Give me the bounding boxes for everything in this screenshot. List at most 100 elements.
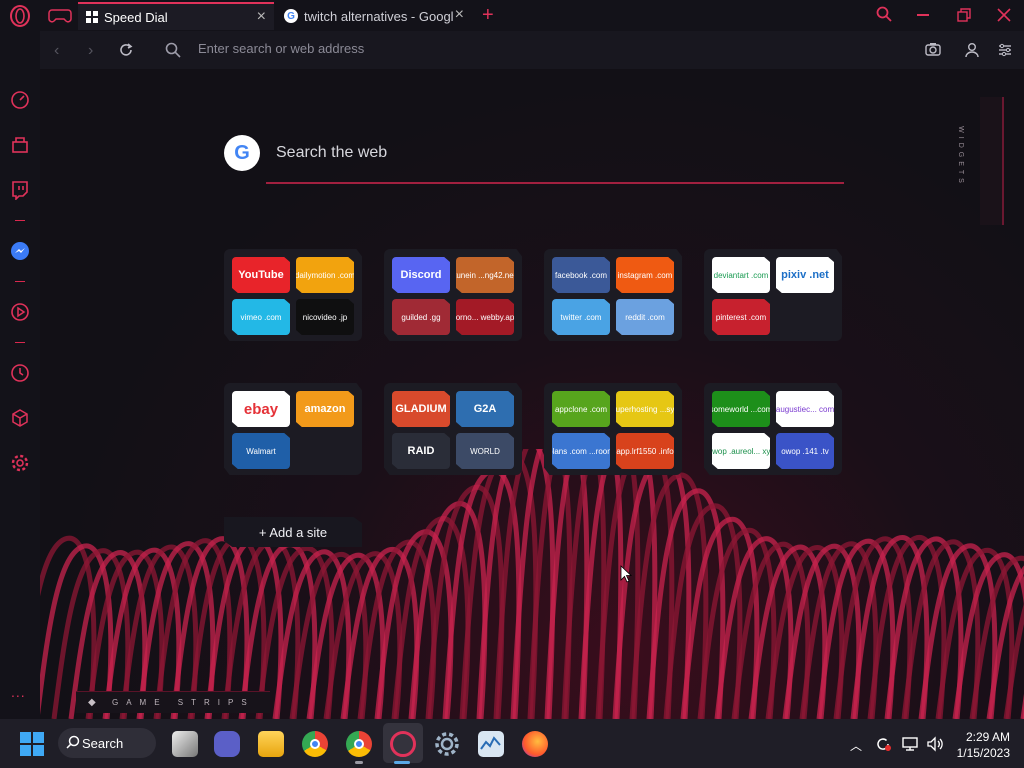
chrome-icon[interactable]: [302, 731, 328, 757]
speed-dial-folder[interactable]: deviantart .com pixiv .net pinterest .com: [704, 249, 842, 341]
active-app-indicator: [394, 761, 410, 764]
volume-icon[interactable]: [926, 735, 944, 753]
file-explorer-icon[interactable]: [258, 731, 284, 757]
snapshot-camera-icon[interactable]: [925, 42, 941, 56]
clock-date: 1/15/2023: [956, 746, 1010, 760]
task-view-icon[interactable]: [172, 731, 198, 757]
taskbar-search-button[interactable]: Search: [58, 728, 156, 758]
close-window-icon[interactable]: [997, 8, 1011, 22]
speed-dial-tile[interactable]: plans .com ...room: [552, 433, 610, 469]
speed-dial-folder[interactable]: GLADIUM G2A RAID WORLD: [384, 383, 522, 475]
speed-dial-folder[interactable]: appclone .comsuperhosting ...sysplans .c…: [544, 383, 682, 475]
add-site-button[interactable]: + Add a site: [224, 517, 362, 547]
tab-close-icon[interactable]: ×: [455, 7, 464, 23]
easy-setup-icon[interactable]: [998, 43, 1012, 57]
extensions-cube-icon[interactable]: [10, 408, 30, 428]
speed-dial-tile[interactable]: facebook .com: [552, 257, 610, 293]
speed-dial-tile[interactable]: G2A: [456, 391, 514, 427]
google-logo-icon: G: [224, 135, 260, 171]
speed-dial-tile[interactable]: amazon: [296, 391, 354, 427]
windows-start-icon[interactable]: [20, 732, 44, 756]
widgets-panel-tab[interactable]: WIDGETS: [957, 97, 1004, 225]
speed-dial-tile[interactable]: augustiec... com: [776, 391, 834, 427]
speed-dial-tile[interactable]: twitter .com: [552, 299, 610, 335]
speed-dial-tile[interactable]: someworld ...com: [712, 391, 770, 427]
speed-dial-tile[interactable]: RAID: [392, 433, 450, 469]
diamond-icon: ◆: [88, 697, 96, 708]
twitch-icon[interactable]: [10, 180, 30, 200]
speed-dial-tile[interactable]: reddit .com: [616, 299, 674, 335]
mouse-cursor-icon: [620, 565, 632, 583]
speed-dial-tile[interactable]: superhosting ...sys: [616, 391, 674, 427]
tab-twitch-alternatives[interactable]: G twitch alternatives - Google ×: [276, 2, 472, 30]
taskbar-search-icon: [66, 735, 80, 749]
show-hidden-icons-chevron-icon[interactable]: ︿: [850, 737, 862, 754]
speed-dial-tile[interactable]: porno... webby.app: [456, 299, 514, 335]
speed-dial-tile[interactable]: owop .aureol... xyz: [712, 433, 770, 469]
speed-dial-tile[interactable]: owop .141 .tv: [776, 433, 834, 469]
tab-close-icon[interactable]: ×: [257, 9, 266, 25]
address-input[interactable]: Enter search or web address: [198, 41, 364, 56]
opera-gx-icon[interactable]: [390, 731, 416, 757]
resource-monitor-icon[interactable]: [478, 731, 504, 757]
speed-dial-tab-icon: [86, 11, 98, 23]
search-tabs-icon[interactable]: [876, 6, 892, 22]
reload-icon[interactable]: [118, 42, 134, 58]
opera-logo-icon[interactable]: [9, 5, 31, 27]
speed-dial-tile[interactable]: ebay: [232, 391, 290, 427]
speed-dial-tile[interactable]: pixiv .net: [776, 257, 834, 293]
speed-dial-tile[interactable]: tunein ...ng42.net: [456, 257, 514, 293]
speed-dial-tile[interactable]: GLADIUM: [392, 391, 450, 427]
game-strips-bar[interactable]: ◆ GAME STRIPS: [76, 691, 270, 713]
speed-dial-folder[interactable]: ebay amazon Walmart: [224, 383, 362, 475]
speed-dial-tile[interactable]: vimeo .com: [232, 299, 290, 335]
sidebar: ...: [0, 31, 40, 719]
speed-dial-tile[interactable]: app.lrf1550 .info: [616, 433, 674, 469]
history-icon[interactable]: [10, 363, 30, 383]
speed-dial-tile[interactable]: pinterest .com: [712, 299, 770, 335]
speed-dial-tile[interactable]: nicovideo .jp: [296, 299, 354, 335]
speed-dial-folder[interactable]: YouTube dailymotion .com vimeo .com nicovid…: [224, 249, 362, 341]
restore-icon[interactable]: [957, 8, 971, 22]
sidebar-divider: [15, 220, 25, 221]
speed-dial-tile[interactable]: WORLD: [456, 433, 514, 469]
search-input[interactable]: Search the web: [276, 144, 387, 162]
game-controller-icon[interactable]: [48, 7, 72, 25]
back-icon[interactable]: ‹: [54, 42, 59, 60]
google-favicon-icon: G: [284, 9, 298, 23]
sidebar-more-icon[interactable]: ...: [11, 685, 26, 699]
address-bar: ‹ › Enter search or web address: [40, 31, 1024, 69]
chrome-beta-icon[interactable]: [346, 731, 372, 757]
forward-icon[interactable]: ›: [88, 42, 93, 60]
speed-dial-tile[interactable]: YouTube: [232, 257, 290, 293]
taskbar: Search ︿ 2:29 AM 1/15/2023: [0, 719, 1024, 768]
settings-app-icon[interactable]: [434, 731, 460, 757]
settings-gear-icon[interactable]: [10, 453, 30, 473]
messenger-icon[interactable]: [10, 241, 30, 261]
speed-dial-folder[interactable]: facebook .com instagram .com twitter .com r…: [544, 249, 682, 341]
player-icon[interactable]: [10, 302, 30, 322]
new-tab-plus-icon[interactable]: +: [482, 4, 494, 27]
teams-chat-icon[interactable]: [214, 731, 240, 757]
speed-dial-tile[interactable]: guilded .gg: [392, 299, 450, 335]
minimize-icon[interactable]: [917, 14, 929, 16]
sync-status-icon[interactable]: [874, 735, 892, 753]
widgets-label: WIDGETS: [956, 126, 964, 187]
speed-dial-folder[interactable]: someworld ...comaugustiec... comowop .au…: [704, 383, 842, 475]
firefox-icon[interactable]: [522, 731, 548, 757]
system-clock[interactable]: 2:29 AM 1/15/2023: [957, 729, 1010, 761]
speed-dial-tile[interactable]: Discord: [392, 257, 450, 293]
speed-dial-page: WIDGETS G Search the web YouTube dailymot…: [40, 69, 1024, 719]
speed-dial-tile[interactable]: Walmart: [232, 433, 290, 469]
account-icon[interactable]: [965, 42, 979, 58]
speed-dial-tile[interactable]: instagram .com: [616, 257, 674, 293]
speed-dial-tile[interactable]: deviantart .com: [712, 257, 770, 293]
gx-control-icon[interactable]: [10, 90, 30, 110]
network-icon[interactable]: [901, 735, 919, 753]
speed-dial-folder[interactable]: Discordtunein ...ng42.netguilded .ggporn…: [384, 249, 522, 341]
speed-dial-tile[interactable]: appclone .com: [552, 391, 610, 427]
tab-speed-dial[interactable]: Speed Dial ×: [78, 2, 274, 30]
speed-dial-tile[interactable]: dailymotion .com: [296, 257, 354, 293]
web-search: G Search the web: [224, 135, 844, 195]
gx-cleaner-icon[interactable]: [10, 135, 30, 155]
